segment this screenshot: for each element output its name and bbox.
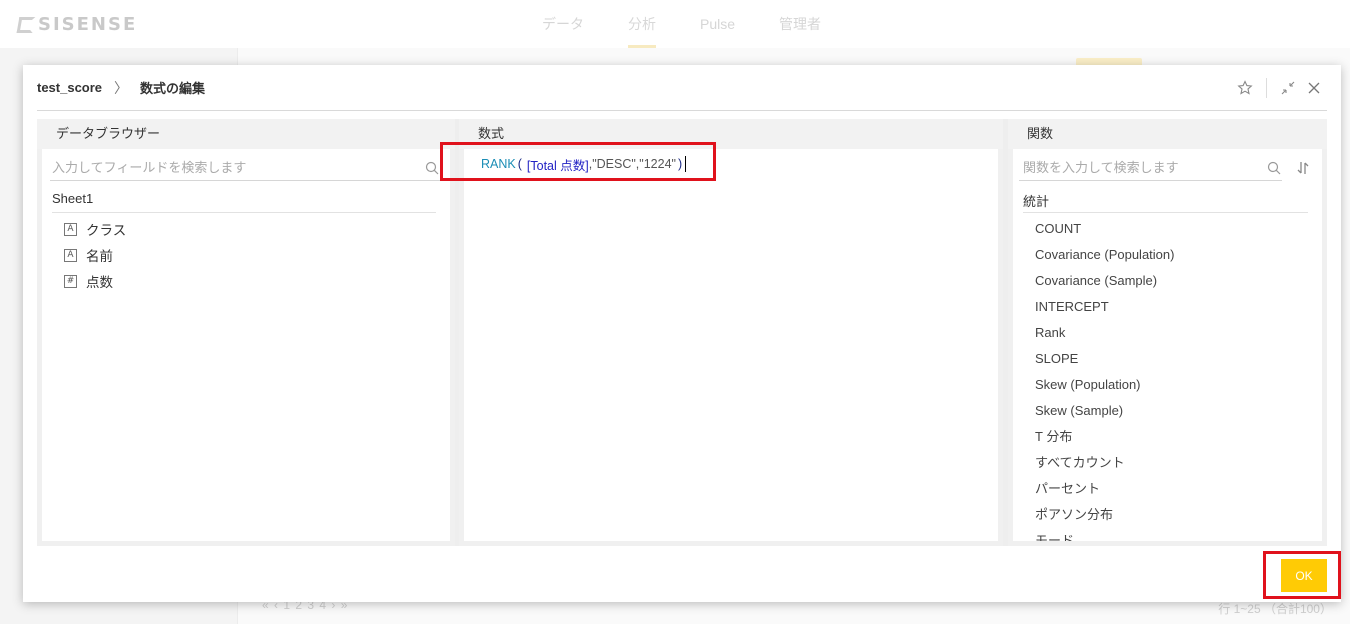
ok-button[interactable]: OK xyxy=(1281,559,1327,592)
function-item[interactable]: COUNT xyxy=(1035,216,1312,242)
text-type-icon: A xyxy=(64,222,77,236)
field-item-name[interactable]: A 名前 xyxy=(64,242,126,268)
formula-args: ,"DESC","1224" xyxy=(588,157,676,171)
close-icon[interactable] xyxy=(1301,75,1327,101)
functions-body: 統計 COUNT Covariance (Population) Covaria… xyxy=(1013,149,1322,541)
search-icon[interactable] xyxy=(1266,160,1282,176)
dialog-header: test_score 〉 数式の編集 xyxy=(37,65,1327,111)
text-type-icon: A xyxy=(64,248,77,262)
field-list: A クラス A 名前 # 点数 xyxy=(64,216,126,294)
function-item[interactable]: Skew (Sample) xyxy=(1035,398,1312,424)
function-search-input[interactable] xyxy=(1019,160,1266,175)
function-item[interactable]: INTERCEPT xyxy=(1035,294,1312,320)
tool-divider xyxy=(1266,78,1267,98)
text-caret xyxy=(685,156,687,172)
editor-panels: データブラウザー Sheet1 A クラス A 名前 xyxy=(37,119,1327,546)
breadcrumb-page: 数式の編集 xyxy=(140,81,206,96)
formula-function: RANK xyxy=(481,157,516,171)
function-list: COUNT Covariance (Population) Covariance… xyxy=(1035,216,1312,541)
function-item[interactable]: ポアソン分布 xyxy=(1035,502,1312,528)
function-item[interactable]: パーセント xyxy=(1035,476,1312,502)
background-row-count: 行 1~25 （合計100） xyxy=(1218,602,1332,616)
functions-title: 関数 xyxy=(1008,119,1327,149)
function-item[interactable]: Skew (Population) xyxy=(1035,372,1312,398)
breadcrumb-root[interactable]: test_score xyxy=(37,80,102,95)
field-item-class[interactable]: A クラス xyxy=(64,216,126,242)
sisense-logo-mark-icon xyxy=(16,16,36,33)
formula-title: 数式 xyxy=(459,119,1003,149)
field-search-input[interactable] xyxy=(50,160,424,175)
data-browser-body: Sheet1 A クラス A 名前 # 点数 xyxy=(42,149,450,541)
nav-data[interactable]: データ xyxy=(520,0,606,48)
formula-editor[interactable]: RANK ( [Total 点数] ,"DESC","1224" ) xyxy=(464,149,998,541)
function-item[interactable]: Rank xyxy=(1035,320,1312,346)
top-nav: データ 分析 Pulse 管理者 xyxy=(520,0,843,48)
header-tools xyxy=(1232,65,1327,111)
collapse-icon[interactable] xyxy=(1275,75,1301,101)
formula-open-paren: ( xyxy=(517,157,522,171)
function-item[interactable]: すべてカウント xyxy=(1035,450,1312,476)
app-header: SISENSE データ 分析 Pulse 管理者 xyxy=(0,0,1350,48)
nav-admin[interactable]: 管理者 xyxy=(757,0,843,48)
field-item-score[interactable]: # 点数 xyxy=(64,268,126,294)
logo-text: SISENSE xyxy=(38,14,138,35)
data-browser-title: データブラウザー xyxy=(37,119,455,149)
field-label: クラス xyxy=(86,223,127,238)
functions-panel: 関数 統計 COUNT Covariance (Population) Cova… xyxy=(1008,119,1327,546)
field-label: 名前 xyxy=(86,249,113,264)
formula-text[interactable]: RANK ( [Total 点数] ,"DESC","1224" ) xyxy=(469,151,993,177)
function-item[interactable]: Covariance (Population) xyxy=(1035,242,1312,268)
function-search xyxy=(1019,155,1282,181)
formula-editor-dialog: test_score 〉 数式の編集 データブラウザー 入力してフィールドを検索… xyxy=(23,65,1341,602)
nav-pulse[interactable]: Pulse xyxy=(678,0,757,48)
function-item[interactable]: Covariance (Sample) xyxy=(1035,268,1312,294)
sort-icon[interactable] xyxy=(1294,159,1312,177)
nav-analytics[interactable]: 分析 xyxy=(606,0,678,48)
formula-close-paren: ) xyxy=(677,157,683,171)
search-icon[interactable] xyxy=(424,160,440,176)
function-item[interactable]: SLOPE xyxy=(1035,346,1312,372)
breadcrumb-chevron-icon: 〉 xyxy=(114,79,129,96)
number-type-icon: # xyxy=(64,274,77,288)
function-item[interactable]: T 分布 xyxy=(1035,424,1312,450)
table-name[interactable]: Sheet1 xyxy=(52,191,436,213)
function-group-statistics[interactable]: 統計 xyxy=(1023,191,1308,213)
field-label: 点数 xyxy=(86,275,113,290)
formula-panel: 数式 RANK ( [Total 点数] ,"DESC","1224" ) xyxy=(459,119,1003,546)
sisense-logo: SISENSE xyxy=(16,14,138,35)
field-search xyxy=(50,155,440,181)
formula-field: [Total 点数] xyxy=(526,158,589,173)
function-item[interactable]: モード xyxy=(1035,528,1312,541)
data-browser-panel: データブラウザー Sheet1 A クラス A 名前 xyxy=(37,119,455,546)
star-icon[interactable] xyxy=(1232,75,1258,101)
